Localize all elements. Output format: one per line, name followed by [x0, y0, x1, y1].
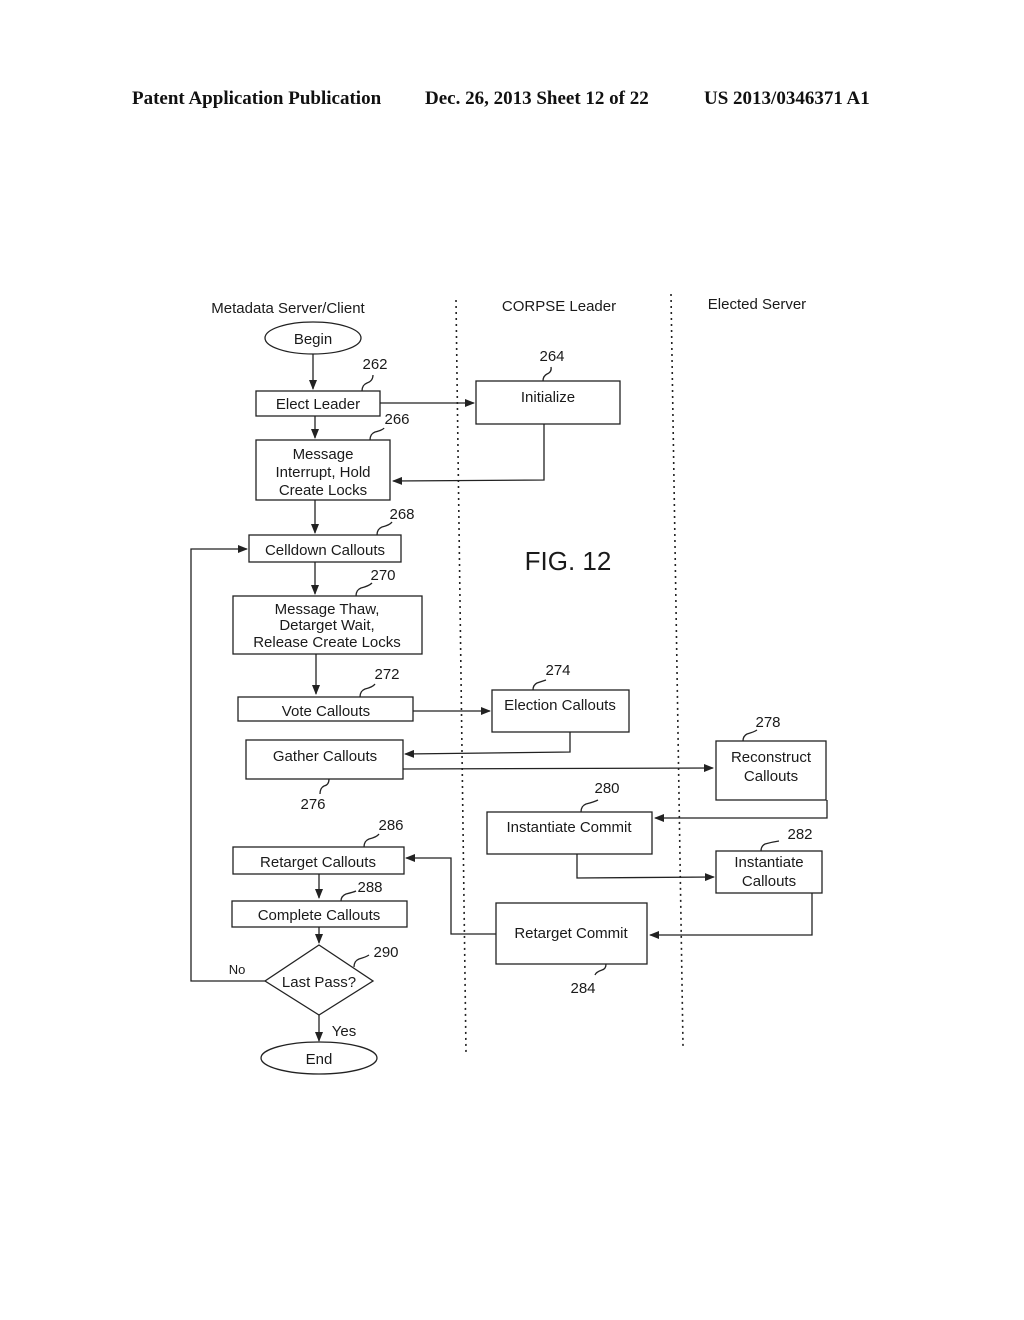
edge-retargetcommit-retargetcallouts [405, 854, 496, 935]
reconstruct-callouts-step: Reconstruct Callouts 278 [715, 714, 827, 801]
lane-title-elected: Elected Server [708, 296, 806, 313]
ref-274: 274 [545, 662, 570, 679]
ref-262: 262 [362, 356, 387, 373]
ref-leader-line [369, 427, 385, 441]
ref-leader-line [353, 954, 370, 968]
instantiate-callouts-line-1: Instantiate [734, 854, 803, 871]
message-thaw-line-3: Release Create Locks [253, 634, 401, 651]
ref-leader-line [361, 374, 374, 392]
ref-280: 280 [594, 780, 619, 797]
ref-270: 270 [370, 567, 395, 584]
vote-label: Vote Callouts [282, 703, 370, 720]
gather-callouts-step: Gather Callouts 276 [245, 739, 404, 813]
initialize-label: Initialize [521, 389, 575, 406]
instantiate-commit-step: Instantiate Commit 280 [486, 780, 653, 855]
ref-266: 266 [384, 411, 409, 428]
ref-276: 276 [300, 796, 325, 813]
flowchart: Metadata Server/Client CORPSE Leader Ele… [190, 293, 828, 1075]
retarget-callouts-label: Retarget Callouts [260, 854, 376, 871]
ref-leader-line [376, 521, 393, 536]
edge-election-gather [404, 732, 571, 758]
lane-divider-2 [670, 293, 684, 1047]
retarget-commit-step: Retarget Commit 284 [495, 902, 648, 997]
edge-reconstruct-instcommit [654, 800, 828, 822]
message-thaw-line-1: Message Thaw, [275, 601, 380, 618]
reconstruct-line-2: Callouts [744, 768, 798, 785]
ref-288: 288 [357, 879, 382, 896]
message-interrupt-step: Message Interrupt, Hold Create Locks 266 [255, 411, 410, 501]
instantiate-callouts-line-2: Callouts [742, 873, 796, 890]
ref-272: 272 [374, 666, 399, 683]
no-label: No [229, 962, 246, 977]
edge-initialize-message [392, 424, 545, 485]
election-label: Election Callouts [504, 697, 616, 714]
celldown-label: Celldown Callouts [265, 542, 385, 559]
ref-leader-line [363, 833, 380, 848]
ref-leader-line [580, 799, 599, 813]
ref-leader-line [760, 840, 780, 852]
election-callouts-step: Election Callouts 274 [491, 662, 630, 733]
ref-leader-line [742, 729, 758, 742]
ref-leader-line [319, 778, 330, 795]
message-thaw-step: Message Thaw, Detarget Wait, Release Cre… [232, 567, 423, 655]
vote-callouts-step: Vote Callouts 272 [237, 666, 414, 722]
end-terminal: End [260, 1041, 378, 1075]
retarget-commit-label: Retarget Commit [514, 925, 628, 942]
last-pass-label: Last Pass? [282, 974, 356, 991]
complete-label: Complete Callouts [258, 907, 381, 924]
edge-gather-reconstruct [402, 764, 714, 773]
begin-terminal: Begin [264, 321, 362, 355]
gather-label: Gather Callouts [273, 748, 377, 765]
reconstruct-line-1: Reconstruct [731, 749, 812, 766]
end-label: End [306, 1051, 333, 1068]
edge-instcommit-instcallouts [576, 854, 715, 882]
ref-264: 264 [539, 348, 564, 365]
message-interrupt-line-1: Message [293, 446, 354, 463]
edge-instcallouts-retargetcommit [649, 893, 813, 939]
retarget-callouts-step: Retarget Callouts 286 [232, 817, 405, 875]
ref-leader-line [594, 963, 607, 976]
ref-290: 290 [373, 944, 398, 961]
celldown-callouts-step: Celldown Callouts 268 [248, 506, 415, 563]
ref-282: 282 [787, 826, 812, 843]
ref-268: 268 [389, 506, 414, 523]
ref-leader-line [340, 890, 357, 902]
message-interrupt-line-3: Create Locks [279, 482, 367, 499]
figure-label: FIG. 12 [525, 546, 612, 576]
ref-278: 278 [755, 714, 780, 731]
initialize-step: Initialize 264 [475, 348, 621, 425]
ref-leader-line [542, 366, 552, 382]
elect-leader-step: Elect Leader 262 [255, 356, 388, 417]
message-thaw-line-2: Detarget Wait, [279, 617, 374, 634]
elect-leader-label: Elect Leader [276, 396, 360, 413]
instantiate-callouts-step: Instantiate Callouts 282 [715, 826, 823, 894]
ref-leader-line [532, 679, 547, 691]
lane-divider-1 [455, 299, 467, 1053]
yes-label: Yes [332, 1023, 356, 1040]
lane-title-leader: CORPSE Leader [502, 298, 616, 315]
instantiate-commit-label: Instantiate Commit [506, 819, 632, 836]
message-interrupt-line-2: Interrupt, Hold [275, 464, 370, 481]
ref-286: 286 [378, 817, 403, 834]
begin-label: Begin [294, 331, 332, 348]
ref-leader-line [355, 582, 373, 597]
ref-284: 284 [570, 980, 595, 997]
last-pass-decision: Last Pass? 290 [263, 944, 399, 1016]
ref-leader-line [359, 683, 376, 698]
lane-title-client: Metadata Server/Client [211, 300, 365, 317]
